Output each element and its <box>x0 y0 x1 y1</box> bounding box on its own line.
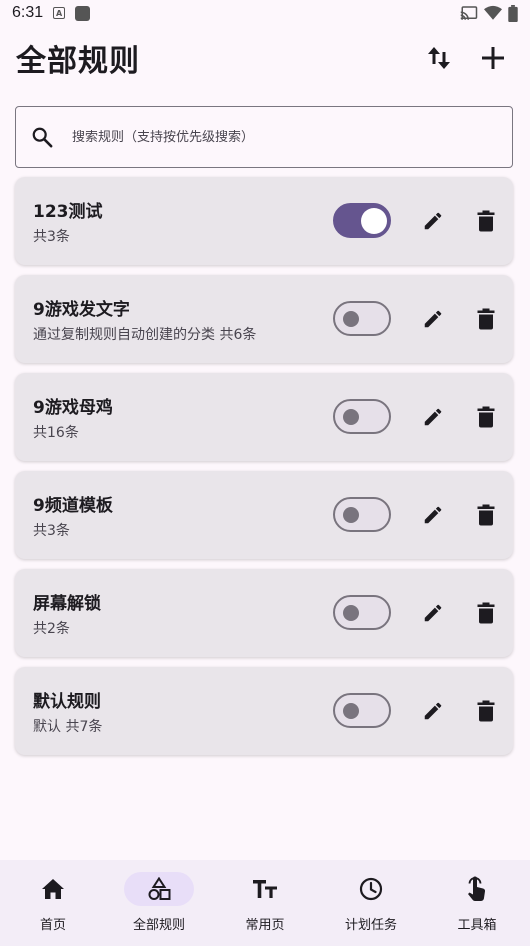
top-app-bar: 全部规则 <box>0 30 530 86</box>
nav-item-all-rules[interactable]: 全部规则 <box>106 860 212 946</box>
rule-title: 9游戏母鸡 <box>33 397 113 418</box>
rule-list: 123测试 共3条 9游戏发文字 通过复制规则自动创建的分类 共6条 9游戏母鸡… <box>15 177 513 765</box>
edit-rule-button[interactable] <box>420 502 446 528</box>
nav-item-scheduled-tasks[interactable]: 计划任务 <box>318 860 424 946</box>
sort-button[interactable] <box>424 43 454 73</box>
delete-rule-button[interactable] <box>473 698 499 724</box>
rule-card[interactable]: 9游戏母鸡 共16条 <box>15 373 513 461</box>
nav-item-toolbox[interactable]: 工具箱 <box>424 860 530 946</box>
toggle-knob <box>343 311 359 327</box>
rule-description: 通过复制规则自动创建的分类 共6条 <box>33 326 257 343</box>
trash-icon <box>477 700 495 722</box>
toggle-knob <box>343 507 359 523</box>
trash-icon <box>477 602 495 624</box>
rule-title: 默认规则 <box>33 691 101 712</box>
toggle-knob <box>343 605 359 621</box>
rule-enable-toggle[interactable] <box>333 595 391 630</box>
cast-icon <box>460 6 478 20</box>
swap-vertical-icon <box>428 47 450 69</box>
home-icon <box>42 879 64 899</box>
delete-rule-button[interactable] <box>473 404 499 430</box>
touch-icon <box>468 876 486 901</box>
shapes-icon <box>148 877 171 900</box>
add-rule-button[interactable] <box>478 43 508 73</box>
nav-item-home[interactable]: 首页 <box>0 860 106 946</box>
pencil-icon <box>424 702 442 720</box>
rule-description: 共3条 <box>33 522 70 539</box>
trash-icon <box>477 406 495 428</box>
rule-description: 共16条 <box>33 424 79 441</box>
toggle-knob <box>343 703 359 719</box>
nav-label-all-rules: 全部规则 <box>132 918 185 933</box>
delete-rule-button[interactable] <box>473 502 499 528</box>
trash-icon <box>477 308 495 330</box>
rule-card[interactable]: 屏幕解锁 共2条 <box>15 569 513 657</box>
rule-title: 123测试 <box>33 201 103 222</box>
square-app-icon <box>75 5 91 21</box>
clock-icon <box>359 877 383 901</box>
rule-title: 9游戏发文字 <box>33 299 130 320</box>
edit-rule-button[interactable] <box>420 208 446 234</box>
nav-label-common-pages: 常用页 <box>245 918 285 933</box>
wifi-icon <box>484 5 502 20</box>
rule-enable-toggle[interactable] <box>333 203 391 238</box>
search-icon <box>30 125 54 149</box>
toggle-knob <box>343 409 359 425</box>
nav-label-home: 首页 <box>39 918 66 933</box>
toggle-knob <box>361 208 387 234</box>
a-badge-icon: A <box>53 7 66 19</box>
rule-description: 共2条 <box>33 620 70 637</box>
trash-icon <box>477 504 495 526</box>
rule-enable-toggle[interactable] <box>333 399 391 434</box>
rule-title: 9频道模板 <box>33 495 113 516</box>
search-input[interactable] <box>72 129 492 145</box>
status-bar: 6:31 A <box>0 0 530 26</box>
trash-icon <box>477 210 495 232</box>
rule-enable-toggle[interactable] <box>333 497 391 532</box>
rule-card[interactable]: 默认规则 默认 共7条 <box>15 667 513 755</box>
battery-icon <box>508 4 518 22</box>
plus-icon <box>482 47 504 69</box>
delete-rule-button[interactable] <box>473 600 499 626</box>
rule-enable-toggle[interactable] <box>333 693 391 728</box>
pencil-icon <box>424 310 442 328</box>
status-time: 6:31 <box>12 4 44 21</box>
rule-enable-toggle[interactable] <box>333 301 391 336</box>
rule-description: 默认 共7条 <box>33 718 103 735</box>
edit-rule-button[interactable] <box>420 404 446 430</box>
rule-title: 屏幕解锁 <box>33 593 101 614</box>
rule-card[interactable]: 123测试 共3条 <box>15 177 513 265</box>
delete-rule-button[interactable] <box>473 208 499 234</box>
pencil-icon <box>424 408 442 426</box>
rule-card[interactable]: 9游戏发文字 通过复制规则自动创建的分类 共6条 <box>15 275 513 363</box>
nav-item-common-pages[interactable]: 常用页 <box>212 860 318 946</box>
rule-description: 共3条 <box>33 228 70 245</box>
delete-rule-button[interactable] <box>473 306 499 332</box>
nav-label-toolbox: 工具箱 <box>457 918 497 933</box>
edit-rule-button[interactable] <box>420 306 446 332</box>
rule-card[interactable]: 9频道模板 共3条 <box>15 471 513 559</box>
pencil-icon <box>424 604 442 622</box>
edit-rule-button[interactable] <box>420 600 446 626</box>
edit-rule-button[interactable] <box>420 698 446 724</box>
nav-label-scheduled-tasks: 计划任务 <box>344 918 397 933</box>
pencil-icon <box>424 212 442 230</box>
page-title: 全部规则 <box>16 44 140 79</box>
bottom-navigation: 首页 全部规则 常用页 计划任务 工具箱 <box>0 860 530 946</box>
pencil-icon <box>424 506 442 524</box>
text-size-icon <box>253 880 277 898</box>
search-field[interactable] <box>15 106 513 168</box>
